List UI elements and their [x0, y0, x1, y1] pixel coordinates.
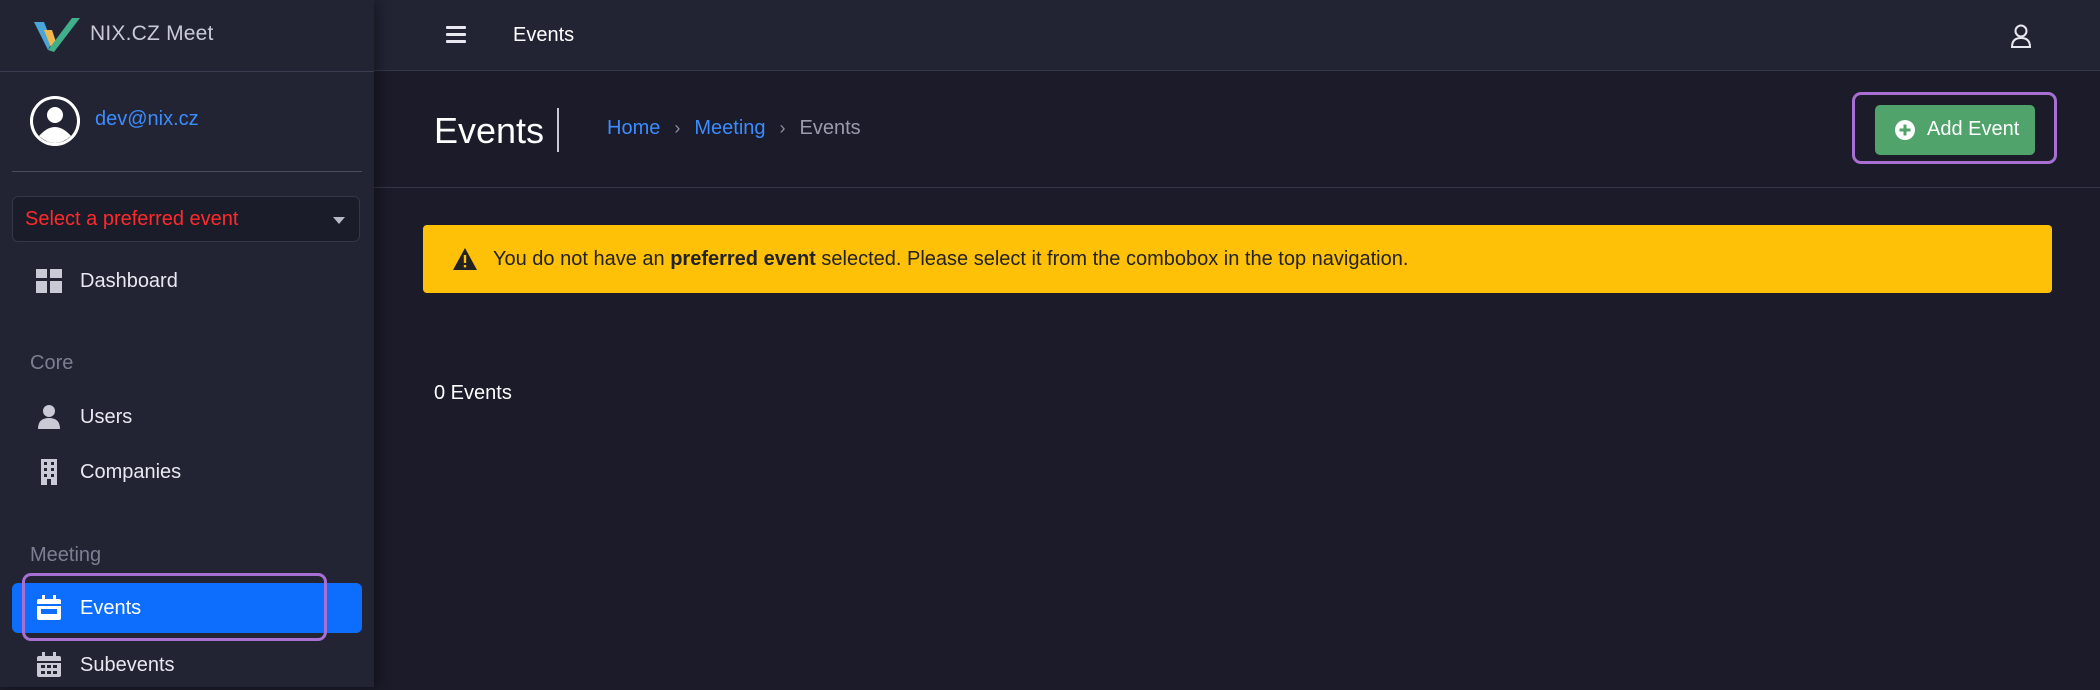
sidebar-section-heading-core: Core — [30, 352, 74, 374]
events-count: 0 Events — [434, 382, 512, 404]
warning-alert: You do not have an preferred event selec… — [423, 225, 2052, 293]
building-icon — [41, 459, 57, 485]
sidebar-item-label: Dashboard — [80, 270, 178, 292]
user-email-link[interactable]: dev@nix.cz — [95, 108, 199, 131]
add-event-label: Add Event — [1927, 118, 2020, 140]
calendar-icon — [37, 595, 61, 620]
user-menu-icon[interactable] — [2010, 24, 2032, 48]
sidebar-item-companies[interactable]: Companies — [12, 447, 362, 497]
page-title: Events — [434, 110, 545, 151]
chevron-down-icon — [333, 217, 345, 224]
sidebar-item-users[interactable]: Users — [12, 392, 362, 442]
warning-triangle-icon — [453, 248, 477, 270]
breadcrumb: Home › Meeting › Events — [607, 117, 861, 140]
breadcrumb-meeting-link[interactable]: Meeting — [694, 117, 765, 140]
nix-logo-icon — [34, 18, 80, 52]
avatar-icon[interactable] — [30, 96, 80, 146]
user-block: dev@nix.cz — [0, 72, 374, 172]
sidebar: NIX.CZ Meet dev@nix.cz Select a preferre… — [0, 0, 374, 687]
sidebar-item-label: Events — [80, 597, 142, 619]
breadcrumb-home-link[interactable]: Home — [607, 117, 660, 140]
sidebar-item-label: Subevents — [80, 654, 175, 676]
page-header: Events Home › Meeting › Events — [374, 72, 2100, 188]
brand-name: NIX.CZ Meet — [90, 22, 214, 45]
sidebar-section-heading-meeting: Meeting — [30, 544, 102, 566]
brand[interactable]: NIX.CZ Meet — [0, 0, 374, 72]
calendar-grid-icon — [37, 652, 61, 677]
breadcrumb-current: Events — [799, 117, 861, 139]
sidebar-item-label: Users — [80, 406, 133, 428]
preferred-event-placeholder: Select a preferred event — [25, 208, 239, 230]
title-divider — [557, 108, 559, 152]
alert-text-suffix: selected. Please select it from the comb… — [815, 248, 1409, 270]
dashboard-icon — [36, 269, 62, 293]
alert-text-bold: preferred event — [670, 248, 816, 270]
divider — [12, 171, 362, 172]
breadcrumb-separator: › — [674, 118, 681, 138]
sidebar-item-subevents[interactable]: Subevents — [12, 640, 362, 690]
topbar-title: Events — [513, 24, 575, 46]
hamburger-menu-icon[interactable] — [446, 26, 466, 44]
breadcrumb-separator: › — [779, 118, 786, 138]
alert-message: You do not have an preferred event selec… — [493, 248, 1408, 271]
sidebar-item-label: Companies — [80, 461, 182, 483]
user-icon — [38, 405, 60, 429]
topbar: Events — [374, 0, 2100, 71]
sidebar-item-events[interactable]: Events — [12, 583, 362, 633]
alert-text-prefix: You do not have an — [493, 248, 671, 270]
sidebar-item-dashboard[interactable]: Dashboard — [12, 256, 362, 306]
preferred-event-select[interactable]: Select a preferred event — [12, 196, 360, 242]
plus-circle-icon — [1895, 120, 1915, 140]
add-event-button[interactable]: Add Event — [1875, 105, 2035, 155]
